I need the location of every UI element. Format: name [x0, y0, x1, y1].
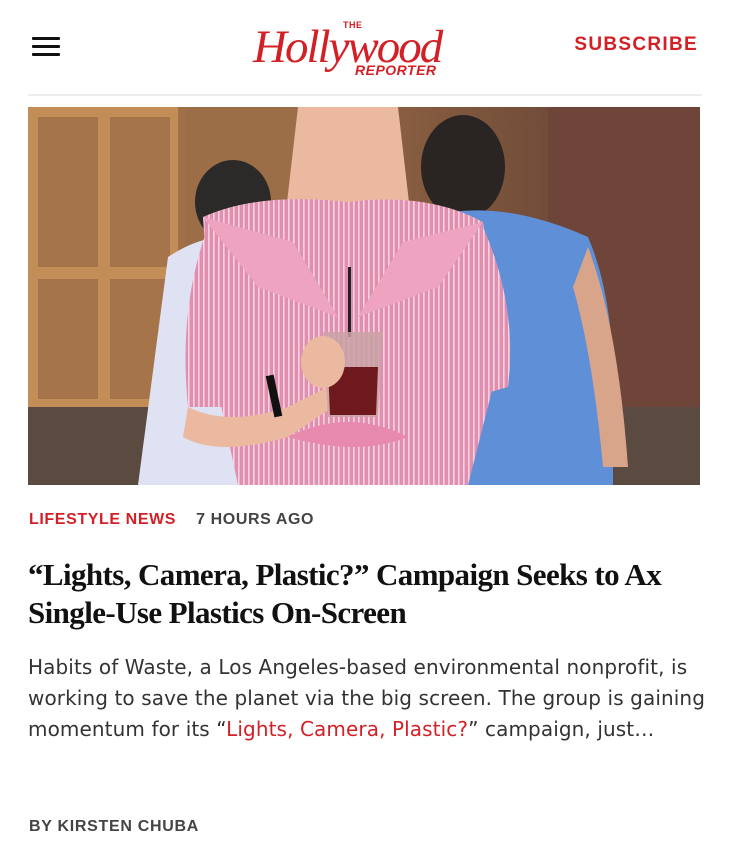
menu-bar	[32, 45, 60, 48]
category-link[interactable]: LIFESTYLE NEWS	[29, 511, 176, 528]
menu-bar	[32, 53, 60, 56]
article-headline[interactable]: “Lights, Camera, Plastic?” Campaign Seek…	[28, 556, 708, 632]
author-link[interactable]: KIRSTEN CHUBA	[58, 818, 200, 835]
timestamp: 7 HOURS AGO	[196, 511, 315, 528]
excerpt-highlight-link[interactable]: Lights, Camera, Plastic?	[226, 717, 468, 741]
excerpt-text-end: ” campaign, just…	[468, 717, 655, 741]
article-excerpt: Habits of Waste, a Los Angeles-based env…	[28, 652, 708, 745]
site-header: THE Hollywood REPORTER SUBSCRIBE	[0, 0, 730, 96]
hamburger-menu-icon[interactable]	[30, 30, 62, 62]
article-meta: LIFESTYLE NEWS 7 HOURS AGO	[29, 511, 314, 529]
site-logo[interactable]: THE Hollywood REPORTER	[245, 14, 485, 80]
article-hero-image[interactable]	[28, 107, 700, 485]
hero-photo	[28, 107, 700, 485]
menu-bar	[32, 37, 60, 40]
header-divider	[28, 94, 702, 96]
excerpt-quote-open: “	[216, 717, 227, 741]
byline: BY KIRSTEN CHUBA	[29, 818, 199, 836]
subscribe-button[interactable]: SUBSCRIBE	[574, 34, 698, 56]
byline-prefix: BY	[29, 818, 53, 835]
logo-reporter: REPORTER	[355, 62, 437, 78]
